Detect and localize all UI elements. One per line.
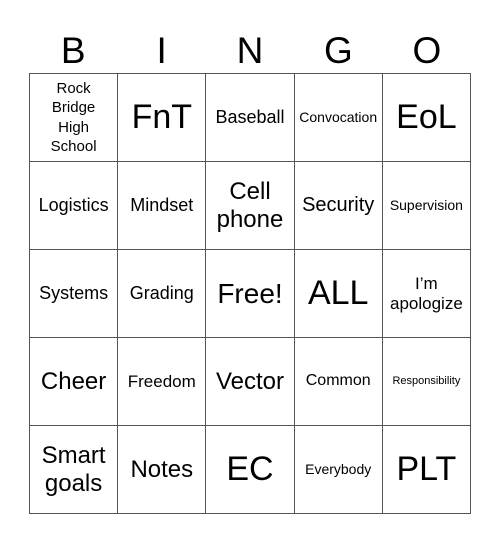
bingo-cell[interactable]: Notes bbox=[118, 426, 207, 514]
bingo-cell[interactable]: Mindset bbox=[118, 162, 207, 250]
bingo-cell[interactable]: Logistics bbox=[30, 162, 119, 250]
bingo-cell[interactable]: Convocation bbox=[294, 74, 383, 162]
bingo-grid: Rock Bridge High School FnT Baseball Con… bbox=[29, 73, 471, 514]
cell-text: Smart goals bbox=[41, 442, 106, 497]
cell-text: Cheer bbox=[40, 367, 107, 395]
cell-text: Notes bbox=[130, 455, 194, 483]
bingo-cell[interactable]: Rock Bridge High School bbox=[30, 74, 119, 162]
cell-text: EoL bbox=[396, 98, 457, 137]
bingo-cell[interactable]: EC bbox=[206, 426, 295, 514]
cell-text: Free! bbox=[217, 277, 283, 309]
cell-text: I’m apologize bbox=[390, 274, 463, 313]
bingo-cell[interactable]: Responsibility bbox=[382, 338, 471, 426]
bingo-cell[interactable]: Baseball bbox=[206, 74, 295, 162]
cell-text: Cell phone bbox=[216, 178, 284, 233]
header-letter-o: O bbox=[412, 30, 442, 71]
bingo-cell[interactable]: Vector bbox=[206, 338, 295, 426]
bingo-cell[interactable]: ALL bbox=[294, 250, 383, 338]
cell-text: Everybody bbox=[305, 460, 372, 477]
bingo-cell[interactable]: Cell phone bbox=[206, 162, 295, 250]
cell-text: Baseball bbox=[215, 107, 285, 128]
free-space-cell[interactable]: Free! bbox=[206, 250, 295, 338]
bingo-cell[interactable]: Smart goals bbox=[30, 426, 119, 514]
cell-text: ALL bbox=[307, 274, 369, 313]
cell-text: Systems bbox=[39, 283, 109, 304]
cell-text: Responsibility bbox=[392, 375, 461, 388]
bingo-cell[interactable]: Common bbox=[294, 338, 383, 426]
cell-text: Mindset bbox=[130, 195, 194, 216]
bingo-cell[interactable]: PLT bbox=[382, 426, 471, 514]
bingo-cell[interactable]: Supervision bbox=[382, 162, 471, 250]
cell-text: Rock Bridge High School bbox=[50, 80, 97, 155]
header-letter-g: G bbox=[324, 30, 353, 71]
bingo-cell[interactable]: Freedom bbox=[118, 338, 207, 426]
bingo-cell[interactable]: I’m apologize bbox=[382, 250, 471, 338]
bingo-cell[interactable]: Everybody bbox=[294, 426, 383, 514]
cell-text: EC bbox=[226, 450, 274, 489]
header-letter-b: B bbox=[60, 30, 86, 71]
cell-text: Freedom bbox=[127, 371, 196, 391]
cell-text: Convocation bbox=[299, 108, 378, 125]
bingo-cell[interactable]: FnT bbox=[118, 74, 207, 162]
bingo-cell[interactable]: Systems bbox=[30, 250, 119, 338]
cell-text: Security bbox=[302, 194, 375, 217]
cell-text: Logistics bbox=[38, 195, 109, 216]
cell-text: Grading bbox=[129, 283, 194, 304]
cell-text: Supervision bbox=[389, 196, 463, 213]
bingo-cell[interactable]: Cheer bbox=[30, 338, 119, 426]
bingo-header: B I N G O bbox=[29, 28, 471, 73]
cell-text: FnT bbox=[131, 98, 193, 137]
cell-text: Common bbox=[305, 372, 371, 390]
header-letter-i: I bbox=[156, 30, 167, 71]
cell-text: Vector bbox=[215, 367, 285, 395]
header-letter-n: N bbox=[236, 30, 264, 71]
cell-text: PLT bbox=[396, 450, 457, 489]
bingo-cell[interactable]: Security bbox=[294, 162, 383, 250]
bingo-cell[interactable]: EoL bbox=[382, 74, 471, 162]
bingo-cell[interactable]: Grading bbox=[118, 250, 207, 338]
